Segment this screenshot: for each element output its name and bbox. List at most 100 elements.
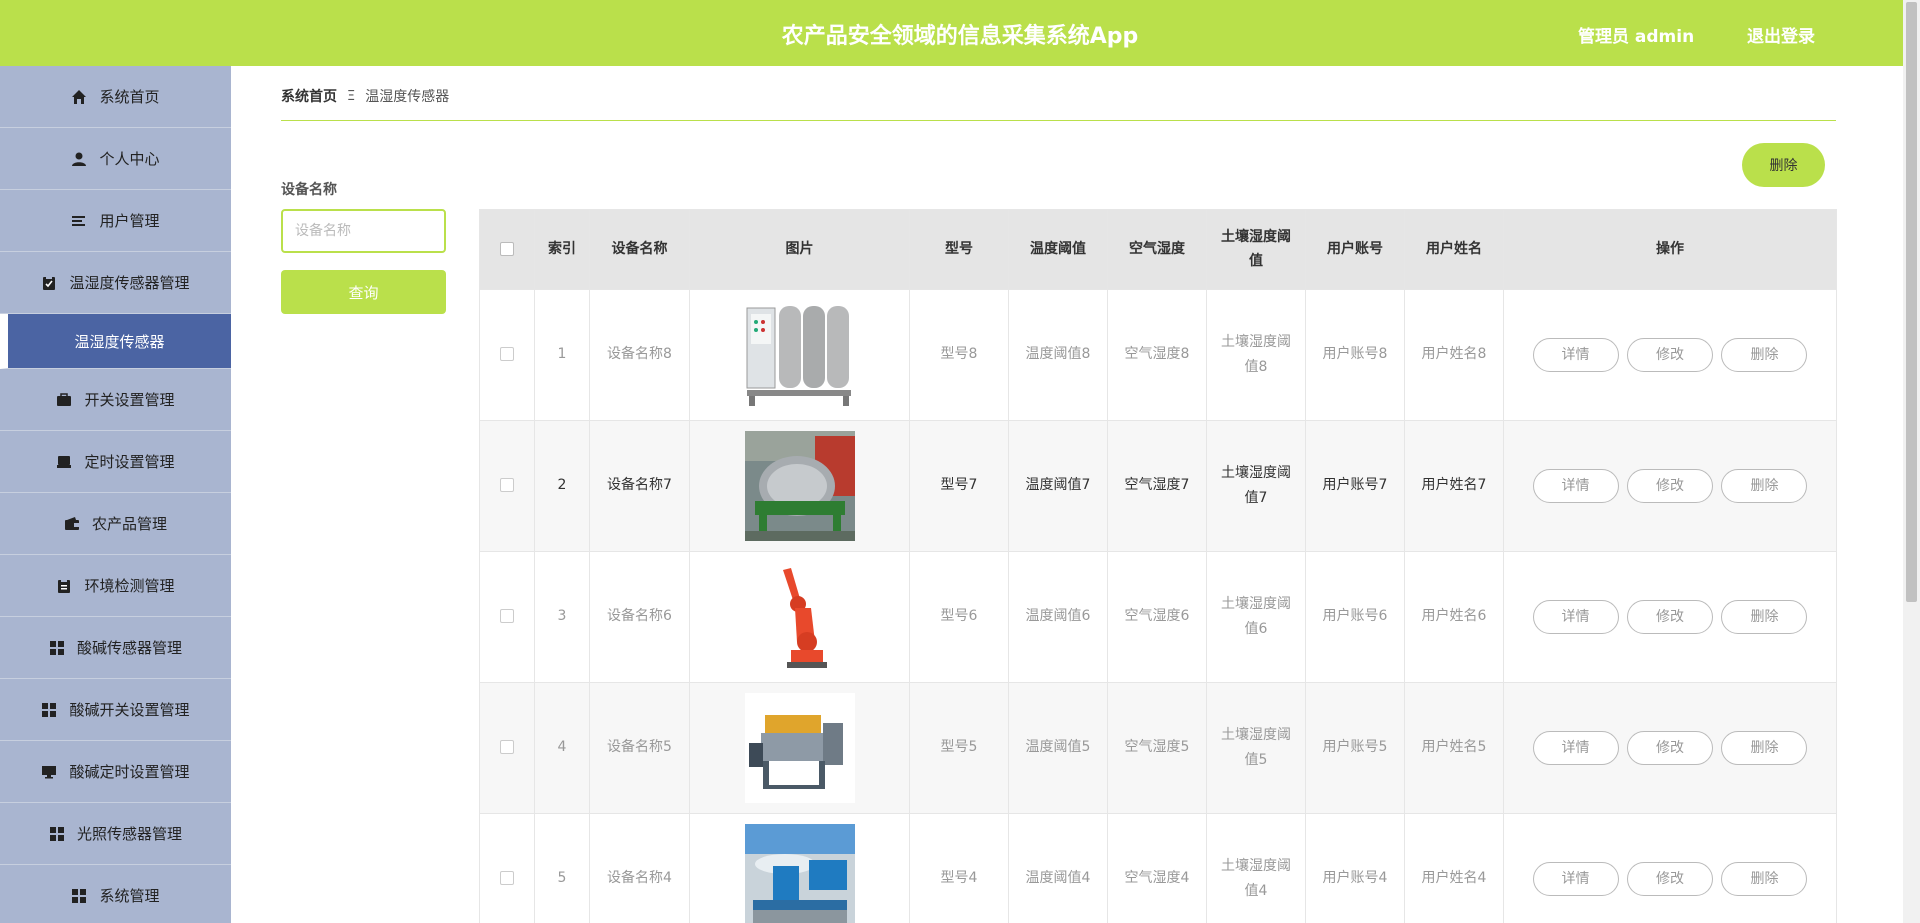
row-select-cell — [479, 420, 535, 552]
row-select-cell — [479, 289, 535, 421]
batch-delete-button[interactable]: 删除 — [1742, 143, 1825, 187]
row-checkbox[interactable] — [500, 871, 514, 886]
column-header: 土壤湿度阈值 — [1206, 209, 1306, 290]
delete-button[interactable]: 删除 — [1721, 862, 1808, 896]
query-button[interactable]: 查询 — [281, 270, 446, 314]
page-scrollbar[interactable] — [1903, 0, 1920, 923]
sidebar-item-env-monitoring[interactable]: 环境检测管理 — [0, 555, 231, 617]
column-header: 用户账号 — [1305, 209, 1405, 290]
sidebar-item-label: 酸碱传感器管理 — [76, 639, 182, 657]
sidebar-item-label: 酸碱开关设置管理 — [69, 701, 190, 719]
row-checkbox[interactable] — [500, 609, 514, 624]
cell-device-name: 设备名称5 — [589, 682, 690, 814]
delete-button[interactable]: 删除 — [1721, 600, 1808, 634]
cell-model: 型号5 — [909, 682, 1009, 814]
row-select-cell — [479, 551, 535, 683]
sidebar-item-temp-humidity-management[interactable]: 温湿度传感器管理 — [0, 252, 231, 314]
row-checkbox[interactable] — [500, 347, 514, 362]
sidebar-item-switch-settings[interactable]: 开关设置管理 — [0, 369, 231, 431]
column-header: 空气湿度 — [1107, 209, 1207, 290]
detail-button[interactable]: 详情 — [1532, 731, 1619, 765]
sidebar-item-timer-settings[interactable]: 定时设置管理 — [0, 431, 231, 493]
cell-temp-threshold: 温度阈值5 — [1008, 682, 1108, 814]
sidebar-item-light-sensor[interactable]: 光照传感器管理 — [0, 803, 231, 865]
select-all-checkbox[interactable] — [500, 241, 514, 256]
cell-device-name: 设备名称8 — [589, 289, 690, 421]
clipboard-check-icon — [41, 275, 57, 291]
cell-actions: 详情 修改 删除 — [1503, 289, 1837, 421]
breadcrumb-home[interactable]: 系统首页 — [281, 86, 337, 106]
cell-index: 5 — [534, 813, 590, 923]
table-header-row: 索引 设备名称 图片 型号 温度阈值 空气湿度 土壤湿度阈值 用户账号 用户姓名… — [479, 209, 1837, 290]
sidebar-item-ph-timer-settings[interactable]: 酸碱定时设置管理 — [0, 741, 231, 803]
sidebar-item-agri-products[interactable]: 农产品管理 — [0, 493, 231, 555]
sidebar-item-profile[interactable]: 个人中心 — [0, 128, 231, 190]
sidebar-item-system[interactable]: 系统管理 — [0, 865, 231, 923]
cell-temp-threshold: 温度阈值6 — [1008, 551, 1108, 683]
logout-link[interactable]: 退出登录 — [1747, 22, 1815, 47]
delete-button[interactable]: 删除 — [1721, 731, 1808, 765]
grid-icon — [41, 702, 57, 718]
search-input[interactable] — [281, 209, 446, 253]
monitor-icon — [41, 764, 57, 780]
sidebar-item-temp-humidity-sensor[interactable]: 温湿度传感器 — [0, 314, 231, 369]
row-checkbox[interactable] — [500, 478, 514, 493]
edit-button[interactable]: 修改 — [1627, 338, 1713, 372]
cell-soil-threshold: 土壤湿度阈值6 — [1206, 551, 1306, 683]
cell-soil-threshold: 土壤湿度阈值5 — [1206, 682, 1306, 814]
sidebar-item-label: 个人中心 — [99, 150, 160, 168]
delete-button[interactable]: 删除 — [1721, 469, 1808, 503]
clipboard-icon — [56, 578, 72, 594]
sidebar-item-home[interactable]: 系统首页 — [0, 66, 231, 128]
cell-air-humidity: 空气湿度6 — [1107, 551, 1207, 683]
cell-image — [689, 682, 910, 814]
row-select-cell — [479, 813, 535, 923]
sidebar-item-users[interactable]: 用户管理 — [0, 190, 231, 252]
delete-button[interactable]: 删除 — [1721, 338, 1808, 372]
briefcase-icon — [56, 392, 72, 408]
sidebar-item-label: 定时设置管理 — [84, 453, 175, 471]
edit-button[interactable]: 修改 — [1627, 862, 1713, 896]
row-checkbox[interactable] — [500, 740, 514, 755]
cell-user-name: 用户姓名7 — [1404, 420, 1504, 552]
cell-index: 3 — [534, 551, 590, 683]
grid-icon — [71, 888, 87, 904]
cell-model: 型号8 — [909, 289, 1009, 421]
edit-button[interactable]: 修改 — [1627, 731, 1713, 765]
sidebar-item-label: 用户管理 — [99, 212, 160, 230]
detail-button[interactable]: 详情 — [1532, 469, 1619, 503]
user-icon — [71, 151, 87, 167]
sidebar: 系统首页 个人中心 用户管理 温湿度传感器管理 温湿度传感器 开关设置管理 定时… — [0, 66, 231, 923]
cell-user-account: 用户账号6 — [1305, 551, 1405, 683]
sidebar-item-ph-sensor[interactable]: 酸碱传感器管理 — [0, 617, 231, 679]
table-row[interactable]: 5 设备名称4 型号4 温度阈值4 空气湿度4 土壤湿度阈值4 用户账号4 用户… — [479, 813, 1837, 923]
sidebar-item-label: 温湿度传感器 — [74, 332, 165, 351]
grid-icon — [49, 640, 65, 656]
cell-image — [689, 813, 910, 923]
detail-button[interactable]: 详情 — [1532, 862, 1619, 896]
edit-button[interactable]: 修改 — [1627, 469, 1713, 503]
inbox-icon — [56, 454, 72, 470]
detail-button[interactable]: 详情 — [1532, 600, 1619, 634]
scrollbar-thumb[interactable] — [1906, 2, 1917, 602]
breadcrumb-separator-icon: Ξ — [347, 88, 356, 104]
sidebar-item-label: 酸碱定时设置管理 — [69, 763, 190, 781]
cell-air-humidity: 空气湿度7 — [1107, 420, 1207, 552]
table-row[interactable]: 2 设备名称7 型号7 温度阈值7 空气湿度7 土壤湿度阈值7 用户账号7 用户… — [479, 420, 1837, 552]
cell-model: 型号4 — [909, 813, 1009, 923]
table-row[interactable]: 3 设备名称6 型号6 温度阈值6 空气湿度6 土壤湿度阈值6 用户账号6 用户… — [479, 551, 1837, 683]
sidebar-item-label: 系统首页 — [99, 88, 160, 106]
admin-user-label: 管理员 admin — [1578, 27, 1695, 47]
table-row[interactable]: 1 设备名称8 型号8 温度阈值8 空气湿度8 土壤湿度阈值8 用户账号8 用户… — [479, 289, 1837, 421]
table-row[interactable]: 4 设备名称5 型号5 温度阈值5 空气湿度5 土壤湿度阈值5 用户账号5 用户… — [479, 682, 1837, 814]
data-table: 索引 设备名称 图片 型号 温度阈值 空气湿度 土壤湿度阈值 用户账号 用户姓名… — [479, 209, 1837, 923]
detail-button[interactable]: 详情 — [1532, 338, 1619, 372]
edit-button[interactable]: 修改 — [1627, 600, 1713, 634]
cell-index: 1 — [534, 289, 590, 421]
cell-temp-threshold: 温度阈值4 — [1008, 813, 1108, 923]
cell-image — [689, 551, 910, 683]
sidebar-item-ph-switch-settings[interactable]: 酸碱开关设置管理 — [0, 679, 231, 741]
orange-robot-arm-image — [744, 562, 855, 672]
blue-positioner-machine-image — [744, 824, 855, 923]
cell-air-humidity: 空气湿度8 — [1107, 289, 1207, 421]
